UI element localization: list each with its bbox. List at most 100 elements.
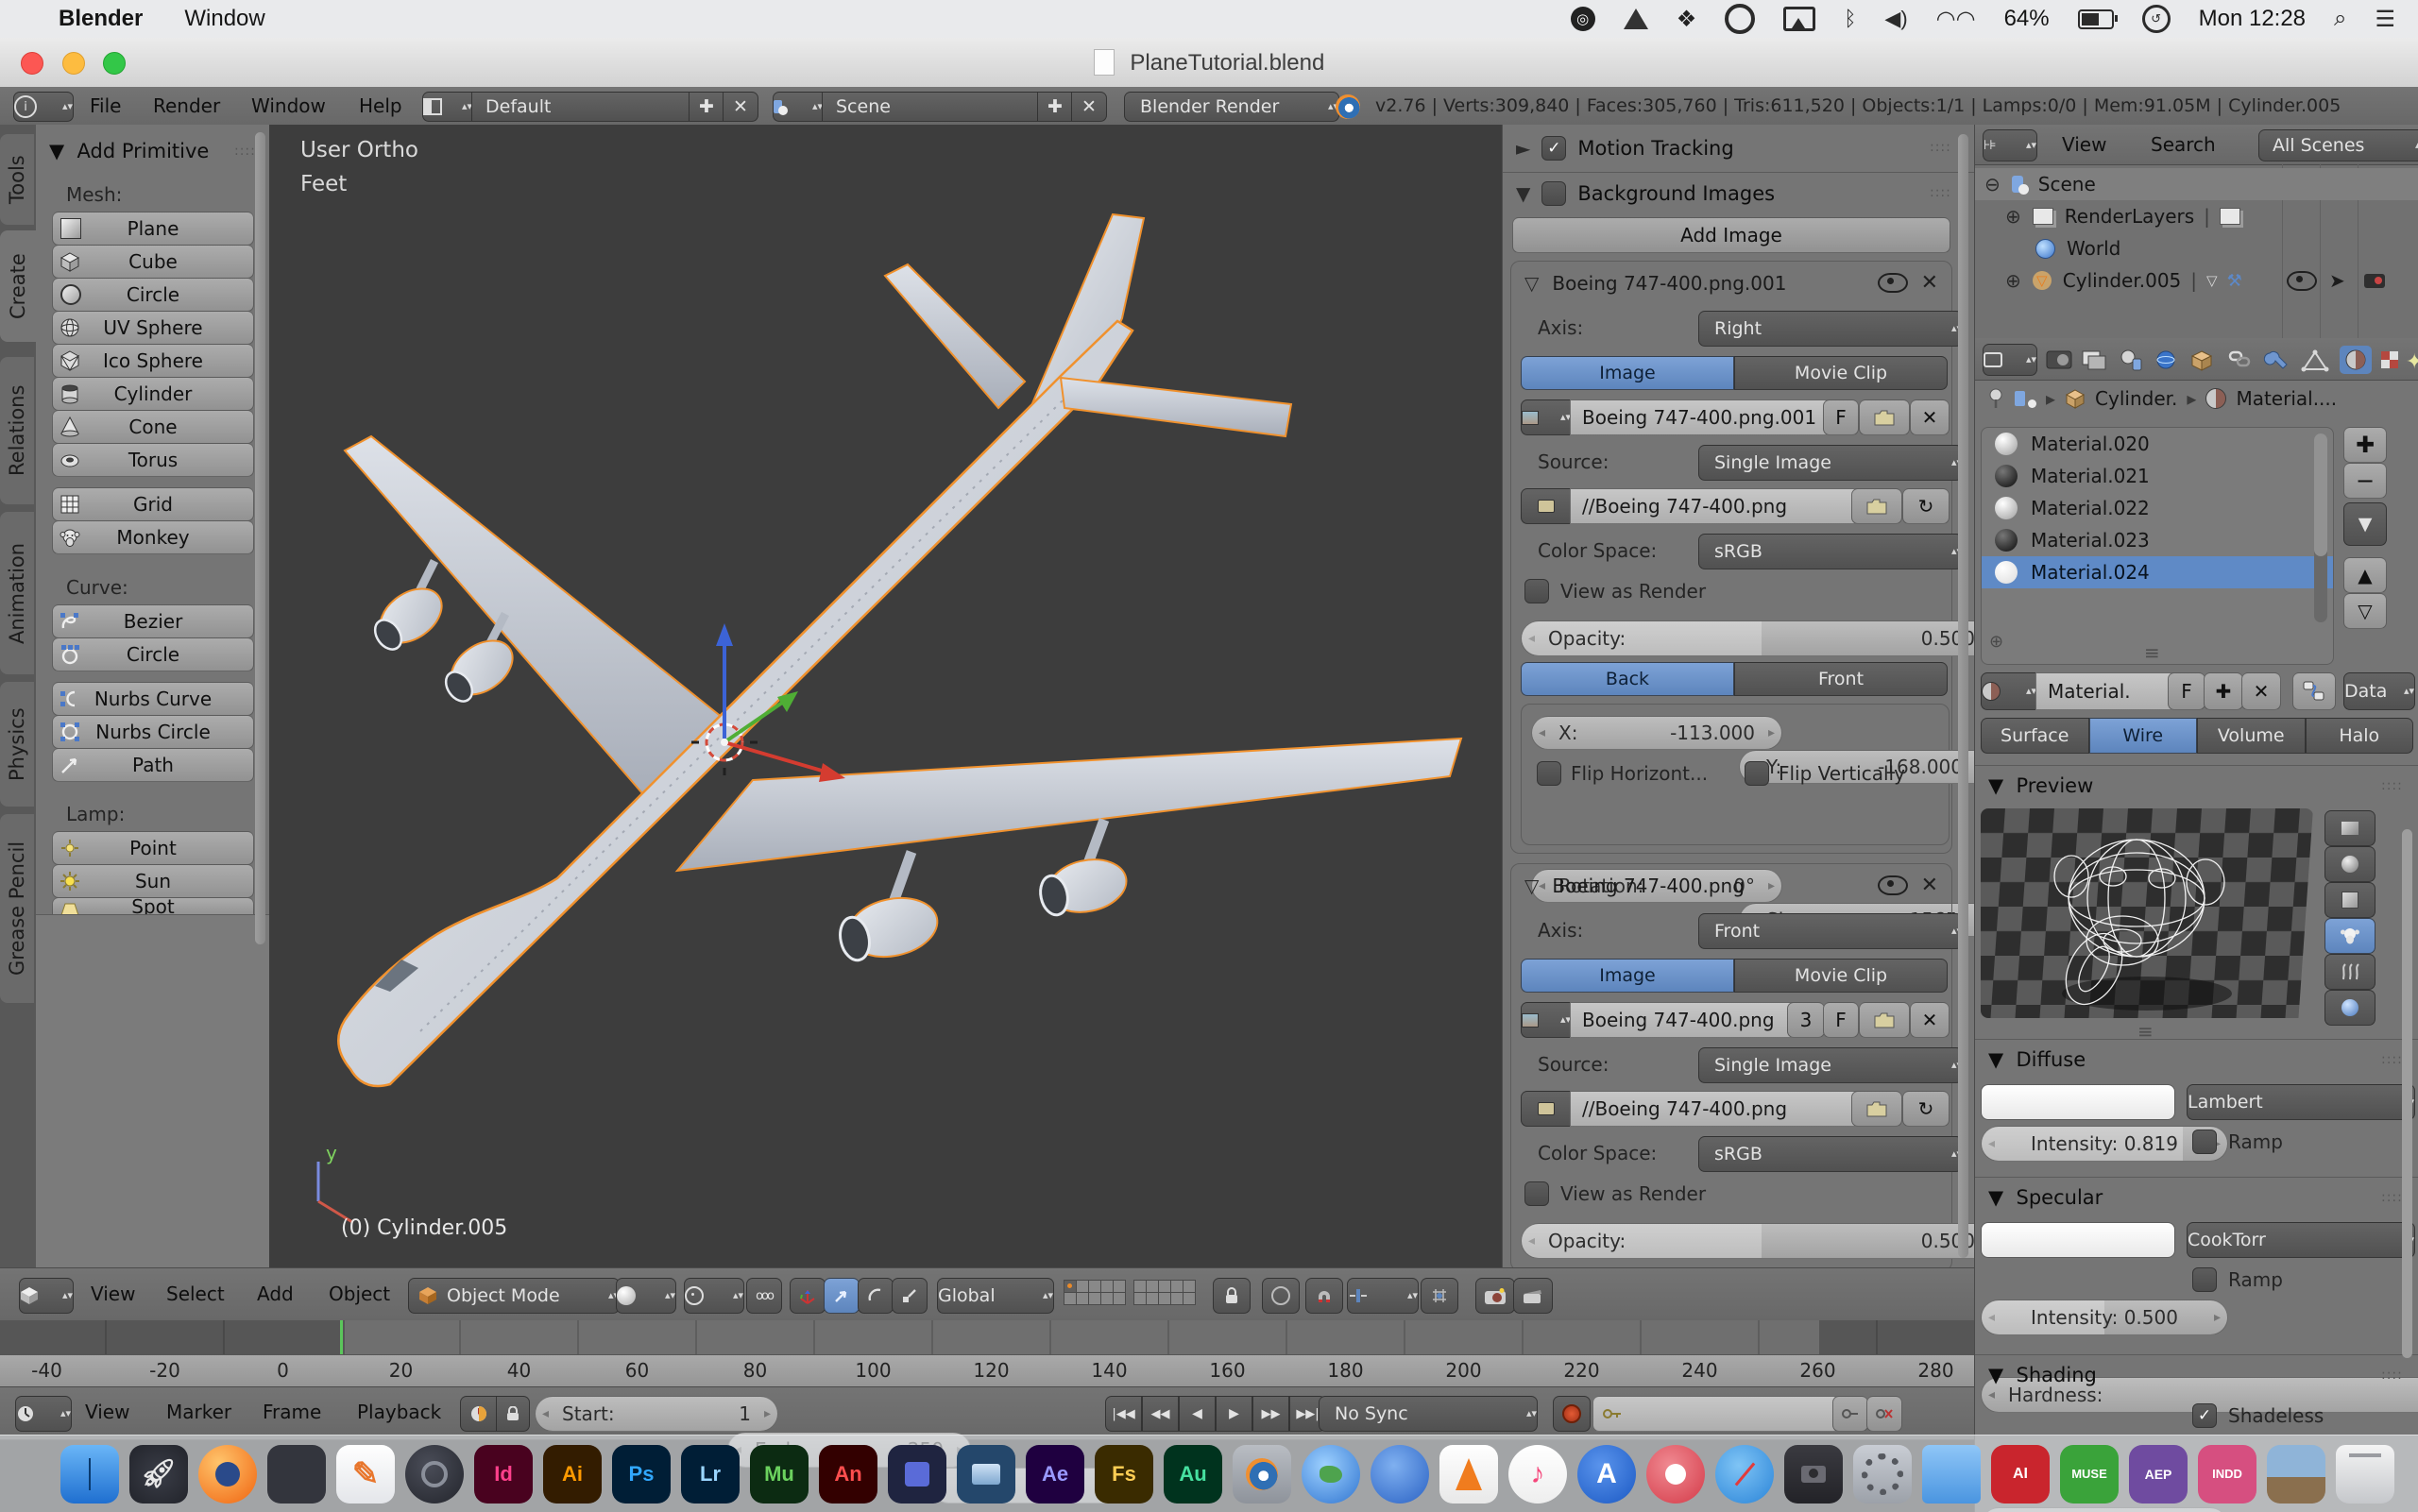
manipulate-centers-toggle[interactable]: ooo	[746, 1278, 782, 1314]
screen-layout-icon[interactable]: ▴▾	[422, 92, 473, 122]
opacity-slider[interactable]: Opacity:0.500	[1521, 1223, 1975, 1259]
background-images-checkbox[interactable]	[1541, 181, 1566, 206]
illustrator-dock-icon[interactable]: Ai	[543, 1445, 602, 1504]
source-select[interactable]: Single Image▴▾	[1698, 445, 1963, 481]
viewport-editor-type[interactable]: ▴▾	[19, 1278, 74, 1314]
time-display-toggle[interactable]	[460, 1396, 498, 1432]
google-earth-dock-icon[interactable]	[1302, 1445, 1360, 1504]
material-link-select[interactable]: Data▴▾	[2343, 672, 2415, 710]
view-as-render-row[interactable]: View as Render	[1524, 579, 1706, 603]
airplay-icon[interactable]	[1783, 7, 1815, 31]
time-machine-icon[interactable]: ↺	[2142, 5, 2171, 33]
trash-dock-icon[interactable]	[2336, 1445, 2394, 1504]
image-filepath[interactable]: //Boeing 747-400.png	[1570, 488, 1865, 524]
safari-dock-icon[interactable]	[1715, 1445, 1774, 1504]
timeline-track-area[interactable]	[0, 1320, 1974, 1354]
unlink-image-button[interactable]: ✕	[1910, 399, 1950, 435]
colorspace-select[interactable]: sRGB▴▾	[1698, 1136, 1963, 1172]
system-preferences-dock-icon[interactable]	[1853, 1445, 1912, 1504]
material-specials-menu[interactable]: ▼	[2343, 502, 2387, 546]
translate-manipulator-toggle[interactable]	[824, 1278, 860, 1314]
add-nurbs-circle-button[interactable]: Nurbs Circle	[52, 715, 254, 749]
add-monkey-button[interactable]: Monkey	[52, 520, 254, 554]
preview-world-button[interactable]	[2324, 990, 2375, 1026]
timeline-menu-playback[interactable]: Playback	[357, 1401, 441, 1423]
material-slot[interactable]: Material.020	[1982, 428, 2333, 460]
fake-user-button[interactable]: F	[1823, 1002, 1859, 1038]
dark-disc-app-dock-icon[interactable]	[405, 1445, 464, 1504]
visibility-eye-icon[interactable]	[2287, 271, 2317, 291]
diffuse-shader-select[interactable]: Lambert▴▾	[2187, 1084, 2415, 1120]
snap-element-select[interactable]: ▴▾	[1347, 1278, 1419, 1314]
outliner-display-mode[interactable]: ⊦⊧▴▾	[1983, 129, 2037, 161]
status-disc-icon[interactable]	[1725, 4, 1755, 34]
tab-animation[interactable]: Animation	[0, 512, 34, 674]
wifi-icon[interactable]: ◠◠	[1936, 6, 1976, 33]
add-curve-circle-button[interactable]: Circle	[52, 637, 254, 671]
material-slot-selected[interactable]: Material.024	[1982, 556, 2333, 588]
offset-x-field[interactable]: X:-113.000	[1531, 716, 1782, 750]
mode-select[interactable]: Object Mode▴▾	[408, 1278, 620, 1314]
packed-file-icon[interactable]	[1521, 488, 1572, 524]
itunes-dock-icon[interactable]: ♪	[1508, 1445, 1567, 1504]
stack-aep-dock-icon[interactable]: AEP	[2129, 1445, 2188, 1504]
outliner-menu-view[interactable]: View	[2062, 133, 2106, 156]
diffuse-panel-header[interactable]: ▼ Diffuse	[1988, 1048, 2086, 1071]
list-filter-toggle[interactable]: ⊕	[1989, 632, 2003, 652]
diffuse-color-swatch[interactable]	[1981, 1084, 2175, 1120]
outliner-row-renderlayers[interactable]: ⊕ RenderLayers |	[1975, 200, 2418, 232]
snap-magnet-toggle[interactable]	[1305, 1278, 1343, 1314]
view-as-render-checkbox[interactable]	[1524, 1181, 1549, 1206]
scene-crumb-icon[interactable]	[2015, 391, 2025, 406]
after-effects-dock-icon[interactable]: Ae	[1026, 1445, 1084, 1504]
properties-tab-icons[interactable]: ✦	[2045, 344, 2418, 376]
add-point-lamp-button[interactable]: Point	[52, 831, 254, 865]
diffuse-intensity-slider[interactable]: Intensity: 0.819	[1981, 1126, 2228, 1162]
shading-panel-header[interactable]: ▼ Shading	[1988, 1364, 2097, 1386]
renderable-camera-icon[interactable]	[2364, 274, 2385, 288]
preview-flat-button[interactable]	[2324, 810, 2375, 846]
jump-to-start-button[interactable]: |◀◀	[1105, 1396, 1142, 1432]
transform-orientation-select[interactable]: Global▴▾	[937, 1278, 1054, 1314]
specular-color-swatch[interactable]	[1981, 1222, 2175, 1258]
movie-clip-tab[interactable]: Movie Clip	[1734, 356, 1948, 390]
image-file-dock-icon[interactable]	[2267, 1445, 2325, 1504]
mesh-data-icon[interactable]: ▽	[2206, 272, 2218, 289]
add-cube-button[interactable]: Cube	[52, 245, 254, 279]
menu-render[interactable]: Render	[153, 94, 220, 117]
remove-material-slot-button[interactable]: −	[2343, 463, 2387, 499]
scene-name[interactable]: Scene	[822, 92, 1052, 122]
outliner-row-cylinder[interactable]: ⊕ ▽ Cylinder.005 | ▽ ⚒ ➤	[1975, 264, 2418, 297]
viewport-menu-view[interactable]: View	[91, 1283, 135, 1305]
fake-user-button[interactable]: F	[1823, 399, 1859, 435]
movie-clip-tab[interactable]: Movie Clip	[1734, 959, 1948, 993]
add-nurbs-curve-button[interactable]: Nurbs Curve	[52, 682, 254, 716]
remove-image-icon[interactable]: ✕	[1921, 874, 1938, 897]
browse-path-button[interactable]	[1851, 488, 1902, 524]
next-keyframe-button[interactable]: ▶▶	[1252, 1396, 1289, 1432]
eye-icon[interactable]	[1878, 875, 1908, 895]
back-toggle[interactable]: Back	[1521, 662, 1734, 696]
background-images-panel[interactable]: ▼ Background Images	[1516, 181, 1775, 206]
manipulator-axis-toggle[interactable]	[790, 1278, 826, 1314]
mode-surface[interactable]: Surface	[1981, 718, 2089, 754]
outliner-filter-select[interactable]: All Scenes▴▾	[2258, 129, 2418, 161]
adobe-dark-app-dock-icon[interactable]	[888, 1445, 946, 1504]
gdrive-icon[interactable]	[1624, 8, 1648, 29]
preview-cube-button[interactable]	[2324, 882, 2375, 918]
volume-icon[interactable]: ◀)	[1884, 7, 1907, 31]
mode-volume[interactable]: Volume	[2197, 718, 2306, 754]
pivot-point-select[interactable]: ▴▾	[684, 1278, 744, 1314]
timeline-ruler[interactable]: -40-20 02040 6080100 120140160 180200220…	[0, 1354, 1974, 1387]
material-nodes-button[interactable]	[2292, 672, 2336, 710]
add-uv-sphere-button[interactable]: UV Sphere	[52, 311, 254, 345]
add-ico-sphere-button[interactable]: Ico Sphere	[52, 344, 254, 378]
screen-layout-name[interactable]: Default	[471, 92, 704, 122]
preview-hair-button[interactable]	[2324, 954, 2375, 990]
list-resize-grip[interactable]: ≡	[2144, 641, 2160, 664]
vlc-dock-icon[interactable]	[1439, 1445, 1498, 1504]
move-slot-up-button[interactable]: ▲	[2343, 557, 2387, 593]
open-file-button[interactable]	[1859, 399, 1910, 435]
play-button[interactable]: ▶	[1216, 1396, 1252, 1432]
mode-halo[interactable]: Halo	[2306, 718, 2414, 754]
